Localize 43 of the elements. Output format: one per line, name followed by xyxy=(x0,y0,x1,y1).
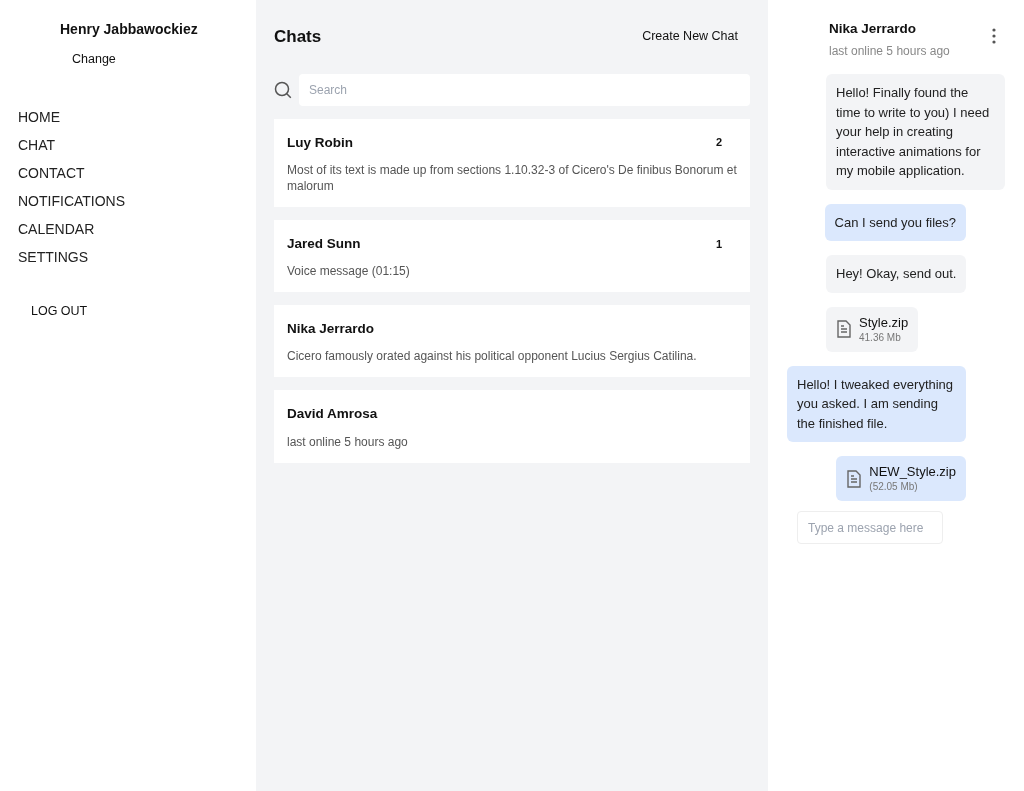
nav-item[interactable]: CHAT xyxy=(18,134,56,156)
message-preview: last online 5 hours ago xyxy=(287,433,409,450)
message-preview: Most of its text is made up from sections 1.10.32-3 of Cicero's De finibus Bonorum et malorum xyxy=(287,161,737,194)
chat-list-item[interactable]: Jared Sunn 1 Voice message (01:15) xyxy=(274,219,750,292)
search-field[interactable]: Search xyxy=(299,73,750,106)
nav-item[interactable]: CONTACT xyxy=(18,162,85,184)
search-icon xyxy=(274,80,292,99)
contact-name: Jared Sunn xyxy=(287,234,361,253)
file-name: Style.zip xyxy=(859,314,909,331)
document-icon xyxy=(837,320,851,339)
message-bubble: Can I send you files? xyxy=(824,203,966,242)
chat-list-item[interactable]: Luy Robin 2 Most of its text is made up from sections 1.10.32-3 of Cicero's De finibus Bonorum et malorum xyxy=(274,118,750,207)
nav-item[interactable]: HOME xyxy=(18,106,60,128)
unread-count: 1 xyxy=(715,236,722,252)
chat-list-item[interactable]: Nika Jerrardo Cicero famously orated against his political opponent Lucius Sergius Catilina. xyxy=(274,305,750,378)
file-name: NEW_Style.zip xyxy=(869,464,956,481)
unread-count: 2 xyxy=(715,135,722,151)
file-size: (52.05 Mb) xyxy=(869,480,919,494)
contact-name: Nika Jerrardo xyxy=(287,320,375,338)
chats-title: Chats xyxy=(274,26,322,48)
nav-item[interactable]: CALENDAR xyxy=(18,218,95,240)
more-options-icon[interactable] xyxy=(991,28,997,44)
message-bubble: Hello! Finally found the time to write to you) I need your help in creating interactive animations for my mobile application. xyxy=(826,74,1005,190)
file-attachment[interactable]: NEW_Style.zip (52.05 Mb) xyxy=(836,456,966,502)
file-size: 41.36 Mb xyxy=(859,330,902,344)
file-attachment[interactable]: Style.zip 41.36 Mb xyxy=(826,306,919,352)
nav-item[interactable]: SETTINGS xyxy=(18,246,88,268)
contact-status: last online 5 hours ago xyxy=(829,43,951,61)
change-link[interactable]: Change xyxy=(72,50,116,69)
message-preview: Cicero famously orated against his political opponent Lucius Sergius Catilina. xyxy=(287,348,698,365)
user-name: Henry Jabbawockiez xyxy=(60,20,199,39)
contact-name: Luy Robin xyxy=(287,133,353,152)
message-preview: Voice message (01:15) xyxy=(287,263,411,279)
message-bubble: Hey! Okay, send out. xyxy=(826,255,967,293)
contact-name: Nika Jerrardo xyxy=(829,20,917,38)
logout-button[interactable]: LOG OUT xyxy=(31,301,88,321)
message-input[interactable]: Type a message here xyxy=(797,511,943,545)
nav-item[interactable]: NOTIFICATIONS xyxy=(18,190,126,212)
create-new-chat-button[interactable]: Create New Chat xyxy=(642,27,738,47)
message-bubble: Hello! I tweaked everything you asked. I am sending the finished file. xyxy=(787,365,966,443)
chat-list-item[interactable]: David Amrosa last online 5 hours ago xyxy=(274,390,750,463)
document-icon xyxy=(847,469,862,488)
contact-name: David Amrosa xyxy=(287,405,378,424)
